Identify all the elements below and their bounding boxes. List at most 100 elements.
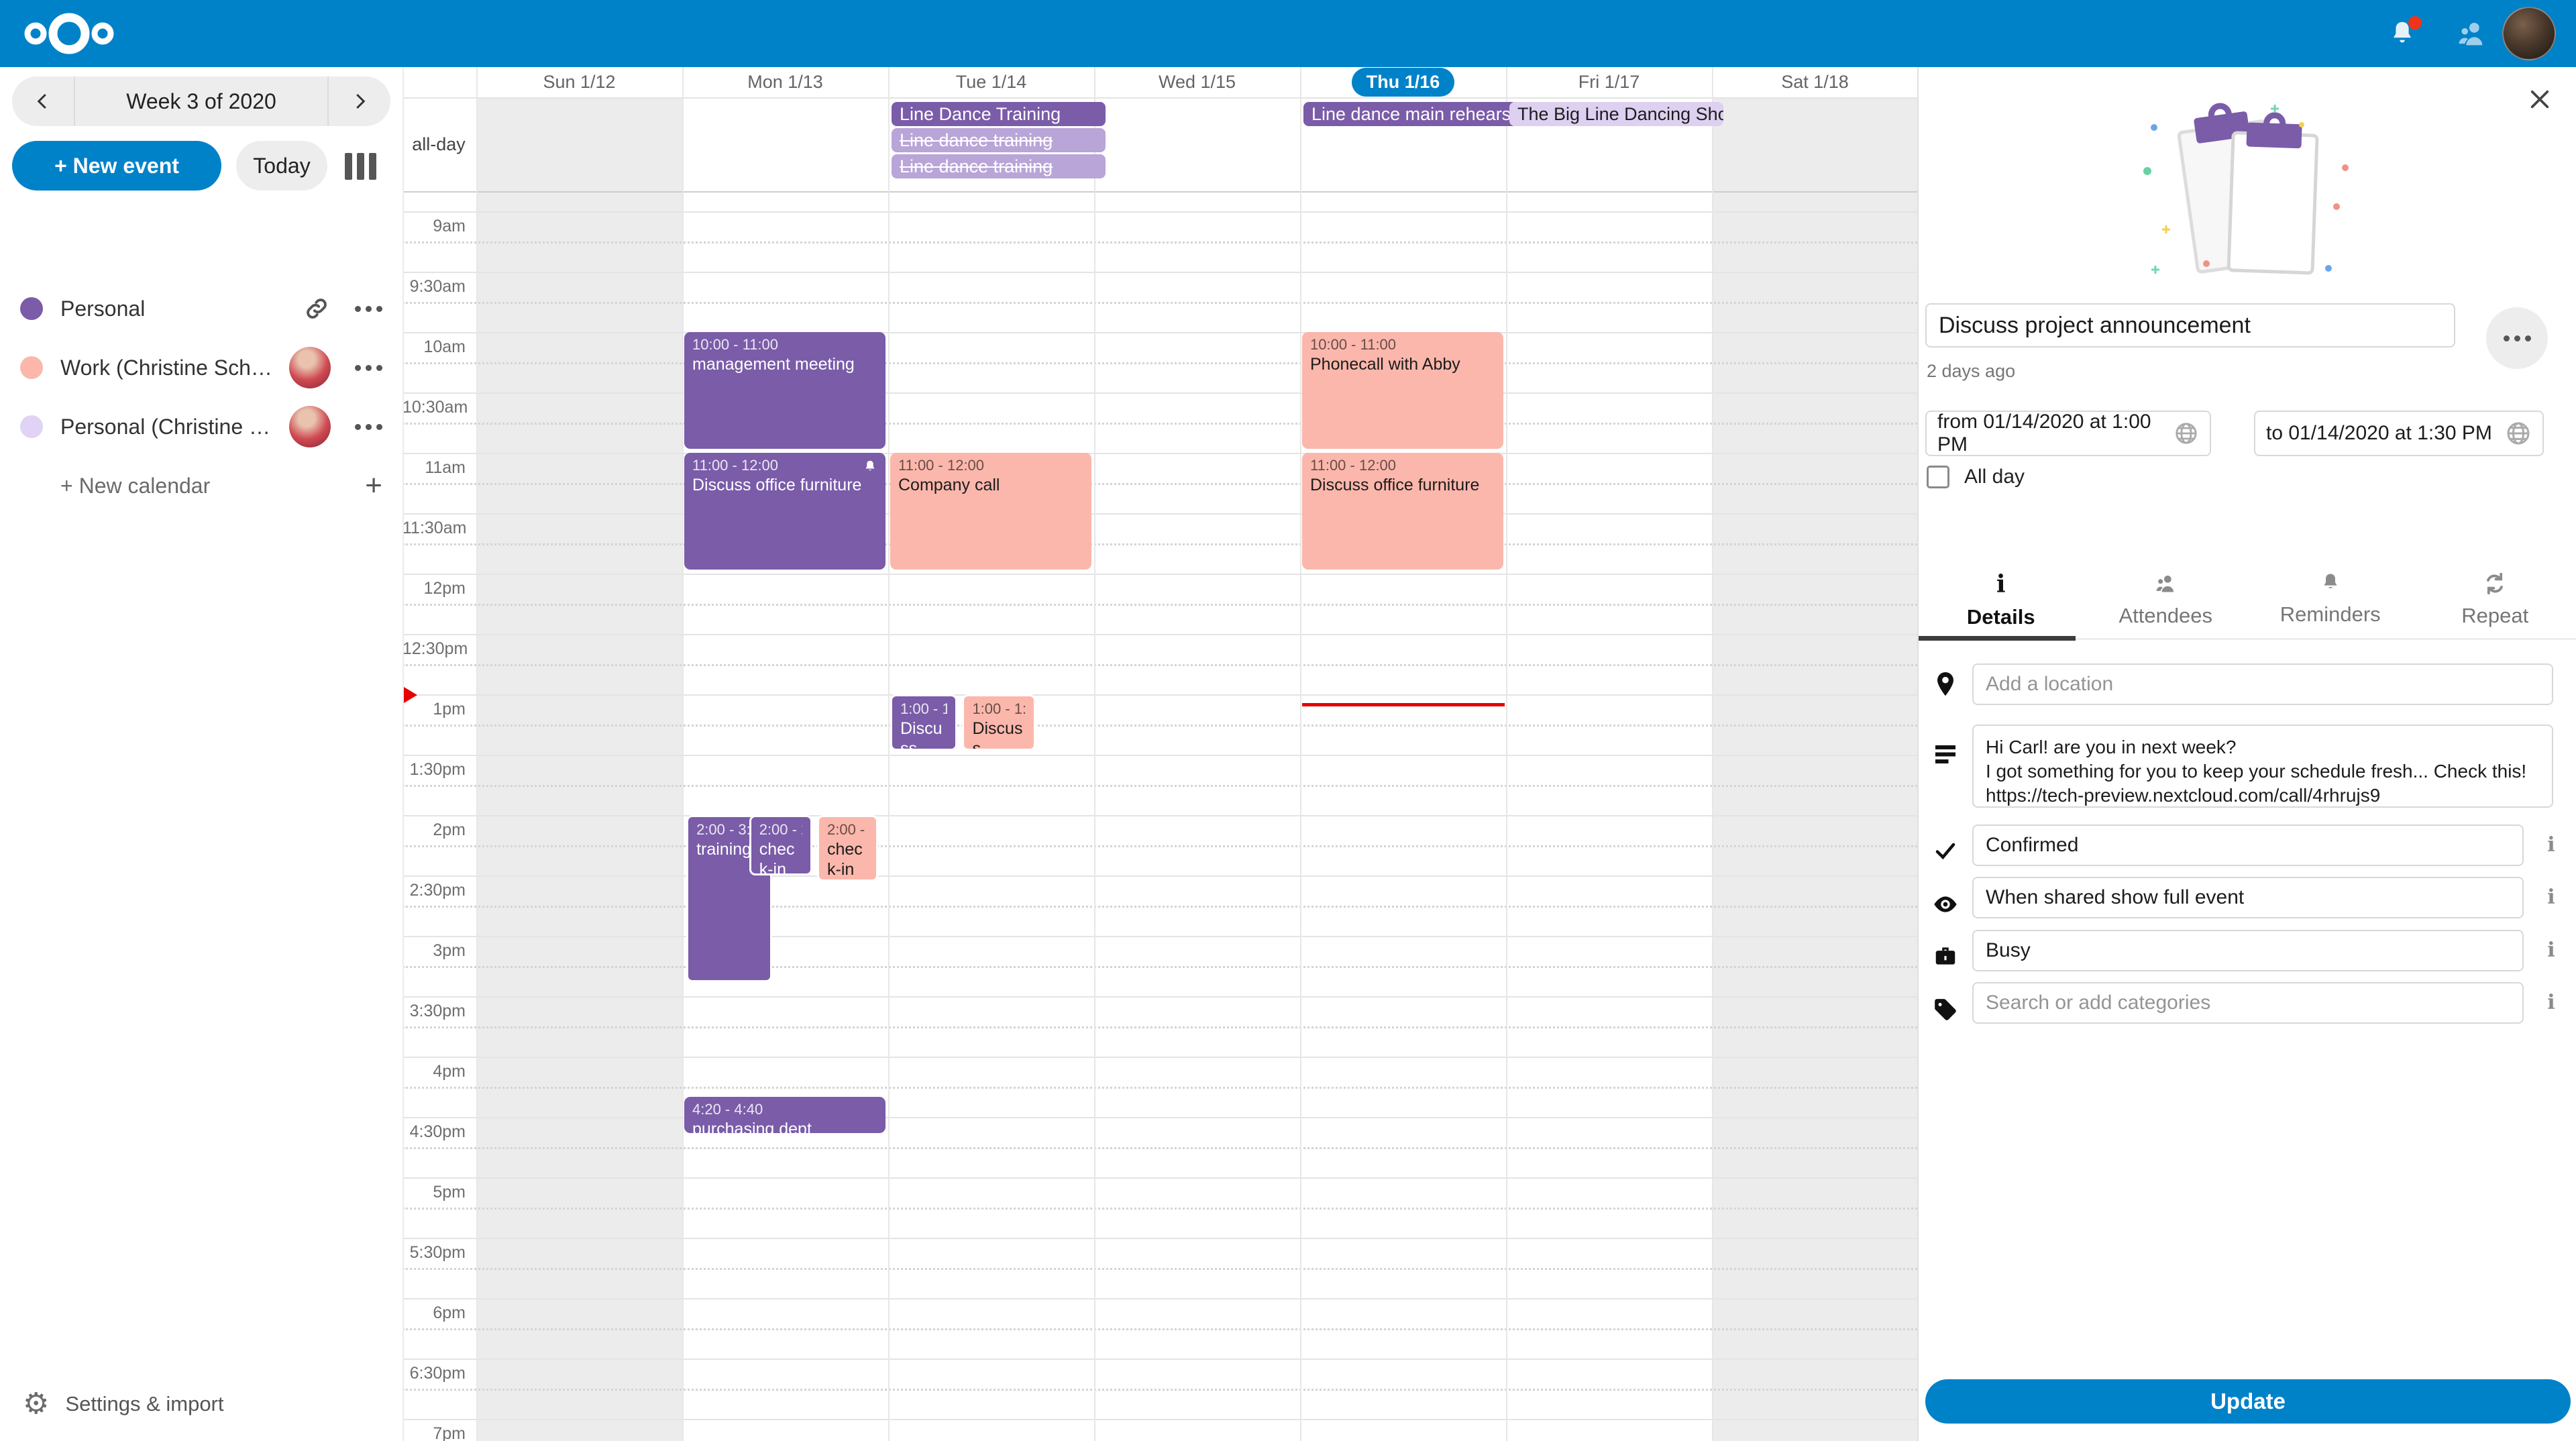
allday-event[interactable]: Line dance training (892, 154, 1106, 178)
tab-details[interactable]: i Details (1919, 565, 2084, 639)
calendar-actions-menu[interactable] (355, 424, 382, 430)
event-discuss-office-furniture[interactable]: 11:00 - 12:00Discuss office furniture (1302, 453, 1503, 570)
grid-quarter-line (402, 1208, 1917, 1210)
calendar-owner-avatar (289, 347, 331, 388)
day-header-mon[interactable]: Mon 1/13 (682, 67, 888, 97)
grid-hour-line (402, 1419, 1917, 1420)
location-input[interactable]: Add a location (1972, 663, 2553, 705)
categories-placeholder: Search or add categories (1986, 992, 2210, 1014)
briefcase-icon (1933, 943, 1958, 969)
allday-event[interactable]: The Big Line Dancing Show (1509, 102, 1723, 126)
chevron-left-icon (33, 91, 53, 111)
event-discuss-project-announcement[interactable]: 1:00 - 1:30Discuss project announcement (890, 694, 957, 751)
user-avatar[interactable] (2502, 0, 2556, 67)
timezone-globe-icon[interactable] (2505, 420, 2532, 447)
grid-quarter-line (402, 1147, 1917, 1149)
calendar-actions-menu[interactable] (355, 365, 382, 371)
event-title: check-in (827, 839, 868, 880)
time-label-6:30pm: 6:30pm (402, 1364, 466, 1383)
event-purchasing-dept[interactable]: 4:20 - 4:40purchasing dept (684, 1097, 885, 1133)
allday-event[interactable]: Line dance main rehearsal (1303, 102, 1517, 126)
update-button[interactable]: Update (1925, 1379, 2571, 1424)
event-end-input[interactable]: to 01/14/2020 at 1:30 PM (2254, 411, 2544, 456)
grid-quarter-line (402, 302, 1917, 304)
day-header-tue[interactable]: Tue 1/14 (888, 67, 1094, 97)
time-label-12:30pm: 12:30pm (402, 639, 466, 659)
timezone-globe-icon[interactable] (2174, 420, 2199, 447)
grid-hour-line (402, 392, 1917, 394)
previous-week-button[interactable] (12, 76, 74, 126)
grid-hour-line (402, 634, 1917, 635)
time-label-9:30am: 9:30am (402, 277, 466, 297)
day-header-fri[interactable]: Fri 1/17 (1506, 67, 1712, 97)
event-editor-panel: Discuss project announcement 2 days ago … (1917, 67, 2576, 1441)
today-button[interactable]: Today (236, 141, 327, 191)
grid-hour-line (402, 1238, 1917, 1239)
event-actions-menu-button[interactable] (2486, 307, 2548, 369)
new-calendar-button[interactable]: + New calendar + (0, 456, 402, 515)
location-placeholder: Add a location (1986, 673, 2113, 696)
visibility-select[interactable]: When shared show full event (1972, 877, 2524, 918)
tag-icon (1933, 997, 1958, 1022)
status-info-icon[interactable]: i (2540, 833, 2563, 857)
reminder-bell-icon (861, 458, 879, 476)
grid-quarter-line (402, 785, 1917, 787)
event-check-in[interactable]: 2:00 - 2:30check-in (817, 815, 878, 882)
description-text: Hi Carl! are you in next week? I got som… (1986, 735, 2526, 807)
plus-icon: + (365, 471, 382, 500)
status-select[interactable]: Confirmed (1972, 824, 2524, 866)
categories-info-icon[interactable]: i (2540, 991, 2563, 1014)
event-phonecall-with-abby[interactable]: 10:00 - 11:00Phonecall with Abby (1302, 332, 1503, 449)
time-label-5pm: 5pm (402, 1183, 466, 1202)
calendar-list-item-personal[interactable]: Personal (0, 279, 402, 338)
categories-input[interactable]: Search or add categories (1972, 982, 2524, 1024)
notifications-button[interactable] (2387, 0, 2418, 67)
day-header-sun[interactable]: Sun 1/12 (476, 67, 682, 97)
close-button[interactable] (2526, 86, 2553, 113)
calendar-list-item-personal-shared[interactable]: Personal (Christine Schott) (0, 397, 402, 456)
allday-event[interactable]: Line dance training (892, 128, 1106, 152)
tab-repeat[interactable]: Repeat (2413, 565, 2576, 639)
description-textarea[interactable]: Hi Carl! are you in next week? I got som… (1972, 725, 2553, 808)
calendar-color-dot (20, 415, 43, 438)
event-start-input[interactable]: from 01/14/2020 at 1:00 PM (1925, 411, 2211, 456)
current-time-line (1302, 703, 1505, 706)
settings-import-button[interactable]: ⚙ Settings & import (0, 1381, 402, 1428)
event-discuss-office-furniture[interactable]: 11:00 - 12:00Discuss office furniture (684, 453, 885, 570)
grid-column-line (1094, 67, 1095, 1441)
grid-quarter-line (402, 1268, 1917, 1270)
next-week-button[interactable] (329, 76, 390, 126)
week-label[interactable]: Week 3 of 2020 (75, 89, 327, 114)
calendar-list-item-work[interactable]: Work (Christine Schott) (0, 338, 402, 397)
event-company-call[interactable]: 11:00 - 12:00Company call (890, 453, 1091, 570)
time-label-2:30pm: 2:30pm (402, 881, 466, 900)
contacts-menu-button[interactable] (2454, 0, 2489, 67)
day-header-thu[interactable]: Thu 1/16 (1300, 67, 1506, 97)
event-time: 11:00 - 12:00 (898, 457, 1083, 475)
grid-quarter-line (402, 423, 1917, 425)
grid-hour-line (402, 211, 1917, 213)
event-check-in[interactable]: 2:00 - 2:30check-in (749, 815, 812, 875)
event-discuss-project[interactable]: 1:00 - 1:30Discuss project (962, 694, 1036, 751)
nextcloud-logo[interactable] (19, 9, 119, 58)
event-title-input[interactable]: Discuss project announcement (1925, 303, 2455, 348)
share-link-icon[interactable] (303, 295, 331, 323)
tab-attendees[interactable]: Attendees (2084, 565, 2249, 639)
grid-column-line (682, 67, 684, 1441)
new-event-button[interactable]: + New event (12, 141, 221, 191)
event-management-meeting[interactable]: 10:00 - 11:00management meeting (684, 332, 885, 449)
calendar-name: Work (Christine Schott) (60, 356, 282, 380)
weekend-shade-sunday (476, 97, 682, 1441)
freebusy-info-icon[interactable]: i (2540, 939, 2563, 962)
day-header-wed[interactable]: Wed 1/15 (1094, 67, 1300, 97)
view-mode-icon[interactable] (345, 153, 376, 180)
all-day-checkbox-label: All day (1964, 466, 2025, 488)
day-header-sat[interactable]: Sat 1/18 (1712, 67, 1917, 97)
freebusy-select[interactable]: Busy (1972, 930, 2524, 971)
all-day-checkbox[interactable] (1927, 466, 1949, 488)
visibility-value: When shared show full event (1986, 886, 2244, 909)
visibility-info-icon[interactable]: i (2540, 886, 2563, 909)
tab-reminders[interactable]: Reminders (2248, 565, 2413, 639)
allday-event[interactable]: Line Dance Training (892, 102, 1106, 126)
calendar-actions-menu[interactable] (355, 306, 382, 312)
